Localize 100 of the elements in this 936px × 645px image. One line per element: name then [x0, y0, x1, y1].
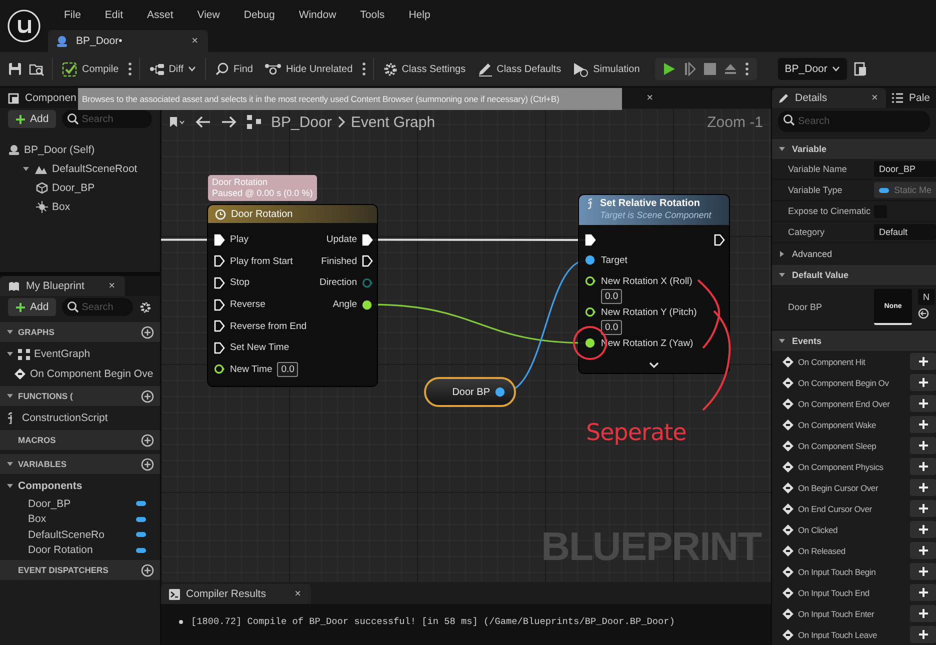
section-header[interactable]: GRAPHS [0, 322, 160, 342]
add-event-button[interactable] [910, 605, 936, 622]
expanded-arrow-icon[interactable] [778, 337, 786, 345]
category-label[interactable]: Components [18, 480, 82, 492]
add-circle-icon[interactable] [141, 458, 154, 470]
close-button[interactable]: × [292, 588, 303, 600]
add-button[interactable]: Add [8, 298, 56, 316]
breadcrumb-item[interactable]: BP_Door [271, 114, 332, 130]
expanded-arrow-icon[interactable] [6, 350, 14, 358]
toolbar-button[interactable]: Compile [60, 58, 121, 80]
add-event-button[interactable] [910, 542, 936, 559]
collapsed-arrow-icon[interactable] [778, 250, 786, 258]
play-icon[interactable] [662, 62, 676, 76]
expanded-arrow-icon[interactable] [6, 460, 14, 468]
value-field[interactable]: 0.0 [601, 289, 622, 304]
section-header[interactable]: EVENT DISPATCHERS [0, 560, 160, 580]
menu-item[interactable]: Debug [232, 9, 287, 21]
add-event-button[interactable] [910, 374, 936, 391]
forward-arrow-icon[interactable] [221, 116, 237, 128]
list-item[interactable]: Door Rotation [28, 544, 132, 556]
exec-pin-icon[interactable] [362, 255, 373, 268]
back-arrow-icon[interactable] [195, 116, 211, 128]
timeline-node[interactable]: Door Rotation Play Play from Start Stop Reverse Reverse from End Set New Time New Time 0.0 Update Finished Direction Angle [208, 205, 377, 386]
add-event-button[interactable] [910, 353, 936, 370]
add-event-button[interactable] [910, 584, 936, 601]
list-item[interactable]: On Component Begin Ove [30, 368, 154, 380]
more-options-icon[interactable] [362, 62, 366, 76]
exec-pin-icon[interactable] [214, 342, 225, 354]
close-button[interactable]: × [644, 92, 655, 104]
bookmark-icon[interactable] [169, 116, 185, 128]
list-item[interactable]: Box [28, 513, 132, 526]
close-button[interactable]: × [190, 35, 200, 47]
data-pin-icon[interactable] [585, 276, 596, 286]
expanded-arrow-icon[interactable] [778, 271, 786, 279]
close-button[interactable]: × [106, 280, 117, 292]
add-event-button[interactable] [910, 458, 936, 475]
section-header[interactable]: Default Value [772, 265, 936, 285]
section-header[interactable]: FUNCTIONS ( [0, 386, 160, 406]
tree-item[interactable]: Door_BP [52, 182, 95, 194]
exec-pin-icon[interactable] [362, 234, 373, 246]
menu-item[interactable]: File [52, 9, 93, 21]
text-field[interactable]: Door_BP [874, 161, 936, 177]
stop-icon[interactable] [704, 63, 716, 75]
exec-pin-icon[interactable] [214, 234, 225, 246]
data-pin-icon[interactable] [585, 338, 596, 348]
exec-pin-icon[interactable] [585, 234, 596, 246]
add-event-button[interactable] [910, 416, 936, 433]
expand-chevron-icon[interactable] [649, 362, 659, 369]
add-event-button[interactable] [910, 395, 936, 412]
list-item[interactable]: DefaultSceneRo [28, 528, 132, 541]
search-field[interactable]: Search [62, 298, 133, 316]
tree-item[interactable]: DefaultSceneRoot [52, 162, 138, 174]
expanded-arrow-icon[interactable] [22, 164, 30, 172]
expanded-arrow-icon[interactable] [6, 392, 14, 400]
add-circle-icon[interactable] [141, 326, 154, 338]
toolbar-button[interactable]: Diff [146, 59, 198, 79]
expanded-arrow-icon[interactable] [778, 145, 786, 153]
data-pin-icon[interactable] [214, 364, 225, 374]
section-header[interactable]: MACROS [0, 430, 160, 450]
exec-pin-icon[interactable] [214, 255, 225, 268]
close-button[interactable]: × [870, 92, 880, 104]
list-item[interactable]: ConstructionScript [22, 412, 108, 424]
list-item[interactable]: Door_BP [28, 498, 132, 510]
toolbar-button[interactable]: Class Settings [380, 58, 468, 80]
add-event-button[interactable] [910, 521, 936, 538]
browse-folder-icon[interactable] [29, 62, 45, 76]
add-event-button[interactable] [910, 500, 936, 517]
list-item[interactable]: EventGraph [34, 348, 90, 360]
category-dropdown[interactable]: Default [874, 224, 936, 240]
asset-field[interactable]: N [918, 289, 934, 305]
eject-icon[interactable] [724, 63, 737, 75]
add-event-button[interactable] [910, 563, 936, 580]
search-field[interactable]: Search [778, 111, 930, 132]
menu-item[interactable]: Asset [135, 9, 186, 21]
toolbar-button[interactable]: Class Defaults [474, 58, 564, 80]
add-event-button[interactable] [910, 437, 936, 454]
exec-pin-icon[interactable] [214, 298, 225, 311]
section-header[interactable]: Events [772, 331, 936, 351]
menu-item[interactable]: View [185, 9, 232, 21]
breadcrumb-item[interactable]: Event Graph [350, 114, 436, 130]
add-event-button[interactable] [910, 479, 936, 496]
add-circle-icon[interactable] [141, 390, 154, 402]
toolbar-button[interactable]: Find [212, 59, 255, 79]
value-field[interactable]: 0.0 [277, 362, 298, 377]
data-pin-icon[interactable] [495, 387, 506, 397]
menu-item[interactable]: Window [286, 9, 348, 21]
tree-item[interactable]: Box [52, 200, 70, 212]
panel-tab[interactable]: Details × [772, 88, 886, 108]
section-header[interactable]: VARIABLES [0, 454, 160, 474]
search-field[interactable]: Search [62, 110, 152, 128]
more-options-icon[interactable] [744, 62, 749, 76]
toolbar-button[interactable]: Hide Unrelated [262, 59, 355, 79]
expanded-arrow-icon[interactable] [6, 482, 14, 490]
exec-pin-icon[interactable] [214, 276, 225, 289]
exec-pin-icon[interactable] [214, 320, 225, 332]
add-circle-icon[interactable] [141, 434, 154, 446]
more-options-icon[interactable] [128, 62, 132, 76]
reset-arrow-icon[interactable] [918, 308, 929, 319]
unreal-logo-icon[interactable] [7, 9, 41, 43]
menu-item[interactable]: Edit [92, 9, 136, 21]
